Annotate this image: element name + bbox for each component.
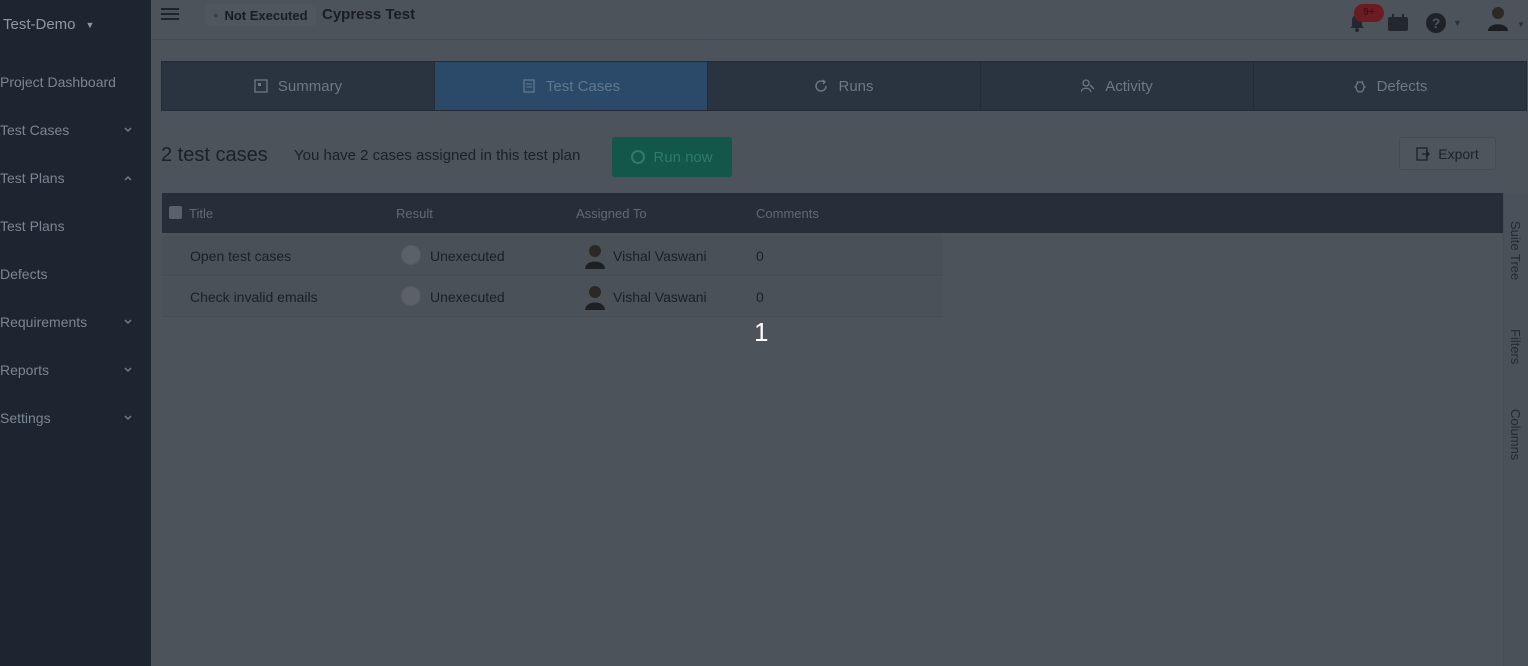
export-label: Export: [1438, 145, 1479, 162]
summary-icon: [254, 79, 268, 93]
help-icon[interactable]: ?: [1426, 13, 1446, 33]
column-comments[interactable]: Comments: [756, 206, 819, 221]
chevron-down-icon: [124, 415, 132, 421]
sidebar-item-label: Test Plans: [0, 218, 65, 234]
assigned-message: You have 2 cases assigned in this test p…: [294, 147, 581, 164]
tab-bar: Summary Test Cases Runs Activity Defects: [161, 61, 1527, 111]
case-result: Unexecuted: [430, 248, 505, 264]
sidebar-item-project-dashboard[interactable]: Project Dashboard: [0, 58, 151, 106]
caret-down-icon[interactable]: ▼: [1517, 20, 1525, 29]
suite-tree-tab[interactable]: Suite Tree: [1508, 221, 1523, 280]
menu-toggle-icon[interactable]: [161, 5, 179, 21]
tab-label: Summary: [277, 77, 343, 95]
tab-label: Activity: [1105, 77, 1153, 95]
table-header: Title Result Assigned To Comments: [162, 193, 1503, 233]
sidebar-item-requirements[interactable]: Requirements: [0, 298, 151, 346]
sidebar-item-test-plans[interactable]: Test Plans: [0, 154, 151, 202]
sidebar-item-label: Defects: [0, 266, 48, 282]
refresh-icon: [815, 79, 828, 92]
case-title[interactable]: Open test cases: [190, 248, 291, 264]
tab-runs[interactable]: Runs: [708, 62, 981, 110]
chevron-down-icon: [124, 319, 132, 325]
page-title: Cypress Test: [322, 6, 416, 23]
chevron-up-icon: [124, 175, 132, 181]
activity-icon: [1081, 79, 1095, 93]
run-now-label: Run now: [653, 148, 713, 166]
table-row[interactable]: Check invalid emails Unexecuted Vishal V…: [162, 277, 943, 317]
sidebar: Test-Demo ▼ Project Dashboard Test Cases…: [0, 0, 151, 666]
tab-summary[interactable]: Summary: [162, 62, 435, 110]
run-now-button[interactable]: Run now: [612, 137, 732, 177]
table-row[interactable]: Open test cases Unexecuted Vishal Vaswan…: [162, 236, 943, 276]
sidebar-item-defects[interactable]: Defects: [0, 250, 151, 298]
comment-count: 0: [756, 248, 764, 264]
comment-count: 0: [756, 289, 764, 305]
columns-tab[interactable]: Columns: [1508, 409, 1523, 460]
column-assigned-to[interactable]: Assigned To: [576, 206, 647, 221]
status-text: Not Executed: [224, 7, 308, 23]
sidebar-item-label: Reports: [0, 362, 50, 378]
side-panel-tabs: Suite Tree Filters Columns: [1503, 193, 1528, 666]
notification-badge: 9+: [1354, 4, 1384, 22]
tab-activity[interactable]: Activity: [981, 62, 1254, 110]
assignee-name: Vishal Vaswani: [613, 289, 707, 305]
result-status-icon: [401, 286, 421, 306]
project-selector[interactable]: Test-Demo ▼: [3, 16, 94, 33]
tab-label: Test Cases: [545, 77, 621, 95]
sidebar-item-settings[interactable]: Settings: [0, 394, 151, 442]
tab-test-cases[interactable]: Test Cases: [435, 62, 708, 110]
sidebar-item-reports[interactable]: Reports: [0, 346, 151, 394]
caret-down-icon[interactable]: ▼: [1453, 18, 1462, 28]
status-dot-icon: ●: [213, 10, 219, 20]
case-result: Unexecuted: [430, 289, 505, 305]
top-bar: ● Not Executed Cypress Test 9+ ? ▼ ▼: [151, 0, 1528, 40]
test-case-count: 2 test cases: [161, 144, 268, 166]
export-icon: [1416, 146, 1431, 161]
caret-down-icon: ▼: [85, 19, 95, 30]
chevron-down-icon: [124, 127, 132, 133]
sidebar-item-test-plans-sub[interactable]: Test Plans: [0, 202, 151, 250]
tab-label: Runs: [838, 77, 874, 95]
bug-icon: [1353, 80, 1366, 93]
sidebar-item-label: Settings: [0, 410, 51, 426]
result-status-icon: [401, 245, 421, 265]
page-number[interactable]: 1: [754, 317, 768, 348]
avatar: [585, 286, 605, 310]
test-cases-icon: [523, 79, 535, 93]
sidebar-item-label: Test Cases: [0, 122, 70, 138]
avatar: [585, 245, 605, 269]
case-title[interactable]: Check invalid emails: [190, 289, 318, 305]
chevron-down-icon: [124, 367, 132, 373]
select-all-checkbox[interactable]: [169, 206, 182, 219]
filters-tab[interactable]: Filters: [1508, 329, 1523, 364]
play-icon: [631, 150, 646, 164]
sidebar-item-label: Test Plans: [0, 170, 65, 186]
tab-label: Defects: [1376, 77, 1428, 95]
user-avatar[interactable]: [1487, 5, 1509, 31]
project-name: Test-Demo: [3, 16, 76, 33]
sidebar-item-label: Requirements: [0, 314, 88, 330]
export-button[interactable]: Export: [1399, 137, 1496, 170]
tab-defects[interactable]: Defects: [1254, 62, 1526, 110]
sidebar-item-label: Project Dashboard: [0, 74, 116, 90]
sidebar-item-test-cases[interactable]: Test Cases: [0, 106, 151, 154]
assignee-name: Vishal Vaswani: [613, 248, 707, 264]
status-badge[interactable]: ● Not Executed: [205, 4, 316, 26]
column-result[interactable]: Result: [396, 206, 433, 221]
column-title[interactable]: Title: [189, 206, 213, 221]
calendar-icon[interactable]: [1387, 14, 1409, 32]
